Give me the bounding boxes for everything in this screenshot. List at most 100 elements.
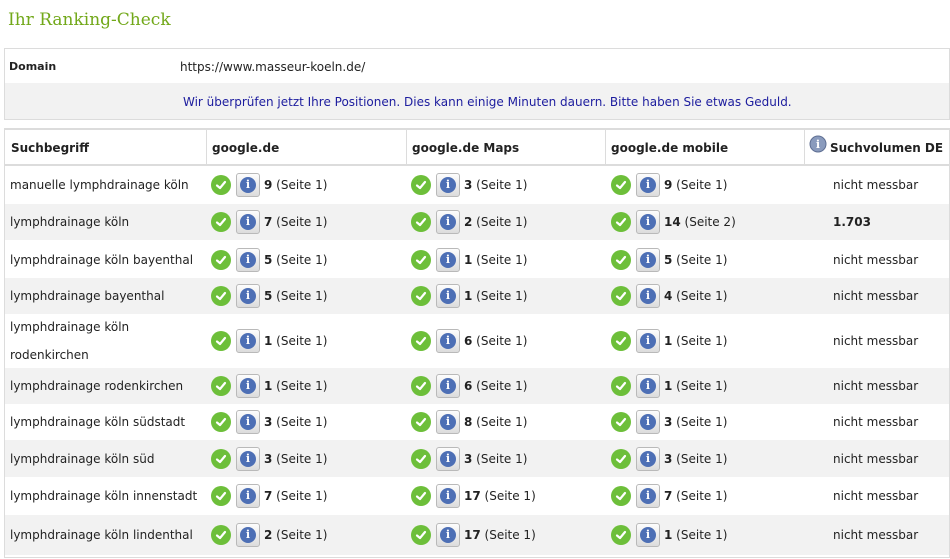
position-text: 1 (Seite 1) — [664, 528, 727, 542]
mobile-cell: i 4 (Seite 1) — [611, 278, 727, 314]
info-button[interactable]: i — [436, 284, 460, 308]
info-button[interactable]: i — [236, 446, 260, 471]
table-row: lymphdrainage köln süd i 3 (Seite 1) i 3 (Se… — [5, 440, 949, 477]
info-button[interactable]: i — [236, 329, 260, 353]
info-icon: i — [440, 450, 456, 467]
mobile-cell: i 3 (Seite 1) — [611, 440, 727, 477]
position-text: 1 (Seite 1) — [264, 334, 327, 348]
check-circle-icon — [611, 485, 631, 506]
mobile-cell: i 5 (Seite 1) — [611, 241, 727, 278]
volume-cell: nicht messbar — [833, 289, 919, 303]
google-cell: i 7 (Seite 1) — [211, 477, 327, 514]
info-icon: i — [440, 176, 456, 193]
keyword-cell: lymphdrainage köln innenstadt — [10, 488, 198, 503]
keyword-cell: lymphdrainage köln rodenkirchen — [10, 320, 130, 362]
info-icon: i — [240, 288, 256, 304]
keyword-cell: manuelle lymphdrainage köln — [10, 177, 189, 192]
google-cell: i 1 (Seite 1) — [211, 368, 327, 404]
info-icon: i — [440, 414, 456, 430]
check-circle-icon — [211, 376, 231, 396]
info-button[interactable]: i — [236, 284, 260, 308]
page-value: (Seite 1) — [672, 488, 728, 503]
page-value: (Seite 1) — [272, 528, 328, 542]
page-value: (Seite 1) — [672, 334, 728, 348]
table-row: lymphdrainage köln lindenthal i 2 (Seite 1… — [5, 515, 949, 555]
position-text: 1 (Seite 1) — [464, 289, 527, 303]
mobile-cell: i 1 (Seite 1) — [611, 315, 727, 367]
info-button[interactable]: i — [236, 172, 260, 197]
position-text: 9 (Seite 1) — [664, 178, 727, 192]
info-button[interactable]: i — [636, 446, 660, 471]
position-text: 7 (Seite 1) — [264, 215, 327, 229]
page-value: (Seite 1) — [672, 252, 728, 267]
maps-cell: i 1 (Seite 1) — [411, 278, 527, 314]
info-button[interactable]: i — [236, 523, 260, 547]
info-button[interactable]: i — [636, 483, 660, 508]
info-button[interactable]: i — [636, 523, 660, 547]
volume-cell: nicht messbar — [833, 488, 919, 503]
info-button[interactable]: i — [236, 410, 260, 434]
check-circle-icon — [411, 448, 431, 469]
info-button[interactable]: i — [436, 210, 460, 234]
page-value: (Seite 1) — [272, 488, 328, 503]
info-button[interactable]: i — [436, 410, 460, 434]
position-text: 5 (Seite 1) — [664, 253, 727, 267]
page-value: (Seite 1) — [472, 415, 528, 429]
check-circle-icon — [211, 212, 231, 232]
info-button[interactable]: i — [436, 247, 460, 272]
page-value: (Seite 1) — [672, 451, 728, 466]
ranking-table: Suchbegriff google.de google.de Maps goo… — [4, 128, 950, 558]
info-button[interactable]: i — [436, 329, 460, 353]
info-button[interactable]: i — [636, 410, 660, 434]
page-value: (Seite 1) — [672, 379, 728, 393]
info-button[interactable]: i — [636, 210, 660, 234]
volume-cell: nicht messbar — [833, 334, 919, 348]
info-icon: i — [640, 333, 656, 349]
page-value: (Seite 1) — [472, 379, 528, 393]
header-keyword: Suchbegriff — [11, 141, 89, 155]
info-button[interactable]: i — [236, 483, 260, 508]
position-text: 6 (Seite 1) — [464, 379, 527, 393]
google-cell: i 5 (Seite 1) — [211, 278, 327, 314]
info-button[interactable]: i — [436, 172, 460, 197]
keyword-cell: lymphdrainage bayenthal — [10, 289, 165, 303]
check-circle-icon — [411, 212, 431, 232]
position-text: 6 (Seite 1) — [464, 334, 527, 348]
check-circle-icon — [611, 412, 631, 432]
position-text: 17 (Seite 1) — [464, 489, 536, 503]
info-button[interactable]: i — [436, 523, 460, 547]
header-volume-label: Suchvolumen DE — [830, 141, 944, 155]
page-value: (Seite 1) — [272, 379, 328, 393]
check-circle-icon — [211, 249, 231, 270]
info-button[interactable]: i — [636, 247, 660, 272]
info-icon: i — [240, 450, 256, 467]
maps-cell: i 3 (Seite 1) — [411, 440, 527, 477]
volume-cell: nicht messbar — [833, 379, 919, 393]
page-value: (Seite 1) — [272, 177, 328, 192]
info-button[interactable]: i — [236, 374, 260, 398]
mobile-cell: i 1 (Seite 1) — [611, 368, 727, 404]
info-icon: i — [440, 527, 456, 543]
info-button[interactable]: i — [636, 374, 660, 398]
info-icon: i — [640, 487, 656, 504]
info-button[interactable]: i — [236, 247, 260, 272]
info-icon: i — [640, 527, 656, 543]
info-button[interactable]: i — [436, 446, 460, 471]
domain-label: Domain — [9, 60, 57, 73]
rank-value: 17 — [464, 488, 481, 503]
info-button[interactable]: i — [436, 483, 460, 508]
info-icon: i — [640, 251, 656, 268]
table-row: lymphdrainage bayenthal i 5 (Seite 1) i 1 (S… — [5, 278, 949, 314]
position-text: 1 (Seite 1) — [464, 253, 527, 267]
info-button[interactable]: i — [636, 329, 660, 353]
maps-cell: i 17 (Seite 1) — [411, 477, 536, 514]
info-button[interactable]: i — [236, 210, 260, 234]
check-circle-icon — [411, 249, 431, 270]
info-button[interactable]: i — [636, 284, 660, 308]
info-icon[interactable]: i — [809, 131, 827, 167]
page-value: (Seite 1) — [272, 334, 328, 348]
info-button[interactable]: i — [636, 172, 660, 197]
info-icon: i — [440, 378, 456, 394]
info-button[interactable]: i — [436, 374, 460, 398]
info-icon: i — [240, 176, 256, 193]
